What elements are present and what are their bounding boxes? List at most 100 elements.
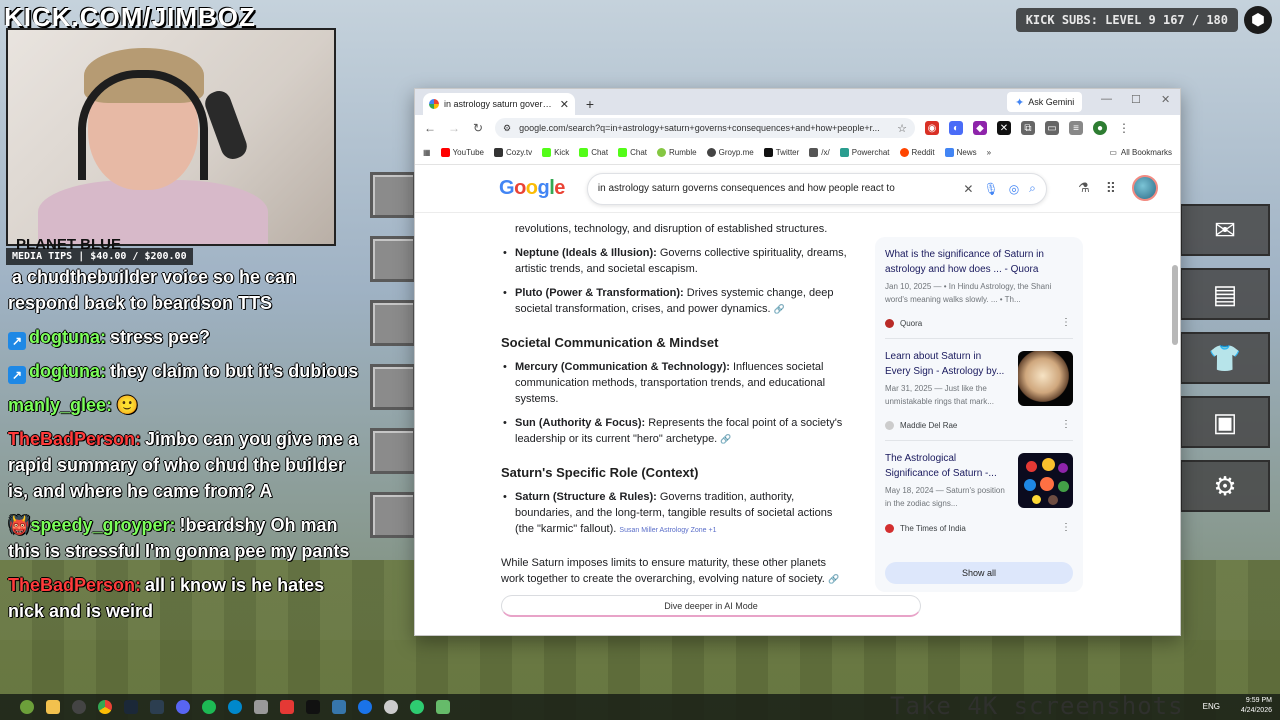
tab-google-search[interactable]: in astrology saturn governs co ✕ bbox=[423, 93, 575, 115]
more-options-icon[interactable]: ⋮ bbox=[1061, 419, 1071, 430]
source-card[interactable]: The Astrological Significance of Saturn … bbox=[885, 441, 1073, 543]
bookmark-groyp[interactable]: Groyp.me bbox=[706, 148, 754, 157]
app-icon[interactable] bbox=[254, 700, 268, 714]
kick-icon bbox=[618, 148, 628, 157]
chat-username: TheBadPerson: bbox=[8, 429, 142, 449]
bookmark-chat-1[interactable]: Chat bbox=[579, 148, 608, 157]
source-title[interactable]: What is the significance of Saturn in as… bbox=[885, 247, 1065, 277]
system-clock[interactable]: 9:59 PM 4/24/2026 bbox=[1241, 696, 1272, 716]
maximize-icon[interactable]: ☐ bbox=[1131, 93, 1141, 106]
search-icon[interactable]: ⌕ bbox=[1029, 181, 1036, 196]
clear-search-icon[interactable]: ✕ bbox=[963, 182, 973, 196]
bookmark-twitter[interactable]: Twitter bbox=[763, 148, 800, 157]
bookmark-news[interactable]: News bbox=[944, 148, 977, 157]
mail-icon: ✉ bbox=[1180, 204, 1270, 256]
close-window-icon[interactable]: ✕ bbox=[1161, 93, 1170, 106]
bookmark-label: Twitter bbox=[775, 148, 800, 157]
discord-icon[interactable] bbox=[176, 700, 190, 714]
apps-grid-icon[interactable]: ▦ bbox=[423, 148, 431, 157]
bookmark-x-board[interactable]: /x/ bbox=[809, 148, 830, 157]
dive-deeper-button[interactable]: Dive deeper in AI Mode bbox=[501, 595, 921, 617]
new-tab-button[interactable]: + bbox=[579, 93, 601, 115]
close-tab-icon[interactable]: ✕ bbox=[560, 98, 569, 111]
bookmark-chat-2[interactable]: Chat bbox=[618, 148, 647, 157]
planets-thumbnail[interactable] bbox=[1018, 453, 1073, 508]
clover-icon bbox=[809, 148, 819, 157]
app-icon[interactable] bbox=[384, 700, 398, 714]
file-explorer-icon[interactable] bbox=[46, 700, 60, 714]
kick-badge-icon: ↗ bbox=[8, 366, 26, 384]
all-bookmarks-button[interactable]: ▭ All Bookmarks bbox=[1109, 148, 1172, 157]
bookmark-rumble[interactable]: Rumble bbox=[657, 148, 697, 157]
toi-icon bbox=[885, 524, 894, 533]
more-options-icon[interactable]: ⋮ bbox=[1061, 317, 1071, 328]
source-title[interactable]: The Astrological Significance of Saturn … bbox=[885, 451, 1009, 481]
bookmark-powerchat[interactable]: Powerchat bbox=[839, 148, 890, 157]
url-field[interactable]: ⚙ google.com/search?q=in+astrology+satur… bbox=[495, 118, 915, 138]
extensions-puzzle-icon[interactable]: ⧉ bbox=[1021, 121, 1035, 135]
bookmark-youtube[interactable]: YouTube bbox=[440, 148, 484, 157]
python-icon[interactable] bbox=[332, 700, 346, 714]
extension-audio-icon[interactable]: ◐ bbox=[949, 121, 963, 135]
extension-vpn-icon[interactable]: ◆ bbox=[973, 121, 987, 135]
chat-message: TheBadPerson: all i know is he hates nick… bbox=[8, 572, 360, 624]
link-icon[interactable]: 🔗 bbox=[774, 304, 785, 314]
source-title[interactable]: Learn about Saturn in Every Sign - Astro… bbox=[885, 349, 1009, 379]
more-options-icon[interactable]: ⋮ bbox=[1061, 522, 1071, 533]
browser-icon[interactable] bbox=[358, 700, 372, 714]
source-chip[interactable]: Susan Miller Astrology Zone +1 bbox=[619, 527, 716, 534]
chrome-icon[interactable] bbox=[98, 700, 112, 714]
ask-gemini-button[interactable]: ✦ Ask Gemini bbox=[1007, 92, 1083, 112]
source-card[interactable]: Learn about Saturn in Every Sign - Astro… bbox=[885, 339, 1073, 441]
minecraft-icon[interactable] bbox=[436, 700, 450, 714]
labs-flask-icon[interactable]: ⚗ bbox=[1078, 180, 1090, 196]
saturn-thumbnail[interactable] bbox=[1018, 351, 1073, 406]
steam-icon[interactable] bbox=[124, 700, 138, 714]
reload-icon[interactable]: ↻ bbox=[471, 121, 485, 135]
headphones bbox=[78, 70, 208, 180]
more-bookmarks-chevron-icon[interactable]: » bbox=[987, 148, 991, 157]
media-control-icon[interactable]: ▭ bbox=[1045, 121, 1059, 135]
back-arrow-icon[interactable]: ← bbox=[423, 121, 437, 135]
google-apps-icon[interactable]: ⠿ bbox=[1106, 180, 1116, 197]
telegram-icon[interactable] bbox=[228, 700, 242, 714]
show-all-button[interactable]: Show all bbox=[885, 562, 1073, 584]
header-actions: ⚗ ⠿ bbox=[1078, 175, 1158, 201]
bookmark-kick[interactable]: Kick bbox=[542, 148, 569, 157]
lens-search-icon[interactable]: ◎ bbox=[1009, 182, 1019, 196]
language-indicator[interactable]: ENG bbox=[1203, 702, 1220, 711]
minimize-icon[interactable]: — bbox=[1101, 93, 1112, 105]
spotify-icon[interactable] bbox=[202, 700, 216, 714]
source-card[interactable]: What is the significance of Saturn in as… bbox=[885, 237, 1073, 339]
kick-badge-icon: ↗ bbox=[8, 332, 26, 350]
reading-list-icon[interactable]: ≡ bbox=[1069, 121, 1083, 135]
bookmark-cozy[interactable]: Cozy.tv bbox=[494, 148, 532, 157]
link-icon[interactable]: 🔗 bbox=[828, 574, 839, 584]
chat-feed: a chudthebuilder voice so he can respond… bbox=[8, 264, 360, 632]
adobe-icon[interactable] bbox=[280, 700, 294, 714]
extension-shield-icon[interactable]: ◉ bbox=[925, 121, 939, 135]
bookmark-label: YouTube bbox=[452, 148, 484, 157]
extension-x-icon[interactable]: ✕ bbox=[997, 121, 1011, 135]
page-scrollbar[interactable] bbox=[1172, 265, 1178, 345]
search-query-text[interactable]: in astrology saturn governs consequences… bbox=[598, 183, 953, 194]
window-icon[interactable] bbox=[306, 700, 320, 714]
kick-icon bbox=[579, 148, 589, 157]
bookmark-reddit[interactable]: Reddit bbox=[899, 148, 935, 157]
site-info-icon[interactable]: ⚙ bbox=[503, 123, 511, 134]
google-logo[interactable]: Google bbox=[499, 177, 565, 200]
search-box[interactable]: in astrology saturn governs consequences… bbox=[586, 172, 1047, 205]
pepe-icon[interactable] bbox=[20, 700, 34, 714]
bookmark-star-icon[interactable]: ☆ bbox=[897, 122, 907, 135]
app-icon[interactable] bbox=[410, 700, 424, 714]
chat-username: dogtuna: bbox=[29, 327, 106, 347]
obs-icon[interactable] bbox=[72, 700, 86, 714]
voice-search-icon[interactable]: 🎙 bbox=[983, 182, 998, 196]
terminal-icon[interactable] bbox=[150, 700, 164, 714]
account-avatar[interactable] bbox=[1132, 175, 1158, 201]
link-icon[interactable]: 🔗 bbox=[720, 434, 731, 444]
profile-icon[interactable]: ● bbox=[1093, 121, 1107, 135]
layout-icon: ▤ bbox=[1180, 268, 1270, 320]
browser-menu-icon[interactable]: ⋮ bbox=[1117, 121, 1131, 135]
forward-arrow-icon[interactable]: → bbox=[447, 121, 461, 135]
